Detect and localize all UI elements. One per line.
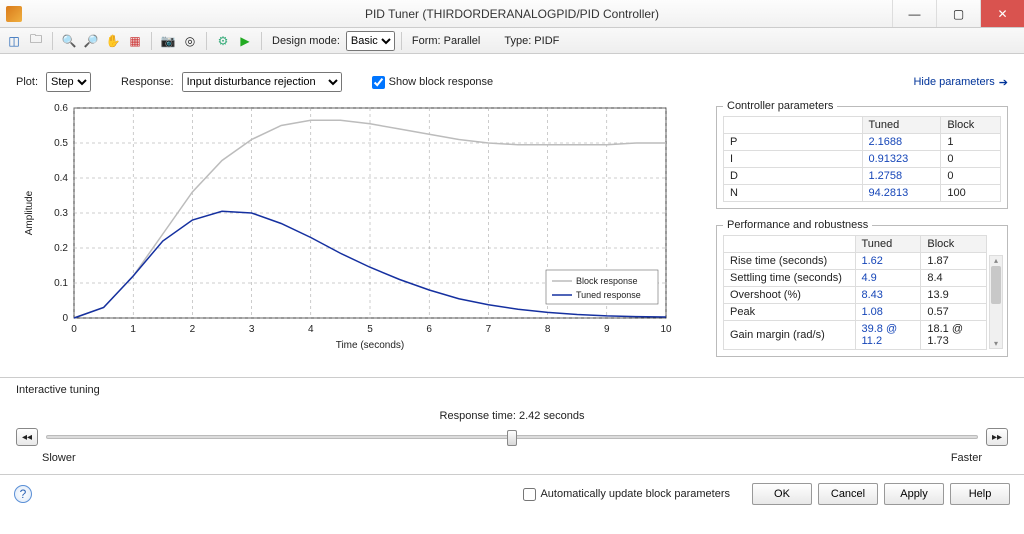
matlab-icon <box>6 6 22 22</box>
show-block-response-input[interactable] <box>372 76 385 89</box>
ok-button[interactable]: OK <box>752 483 812 505</box>
svg-text:0.4: 0.4 <box>54 173 68 184</box>
run-icon[interactable]: ▶ <box>235 31 255 51</box>
performance-scrollbar[interactable]: ▴ ▾ <box>989 255 1003 349</box>
response-select[interactable]: Input disturbance rejection <box>182 72 342 92</box>
scrollbar-thumb[interactable] <box>991 266 1001 304</box>
svg-text:7: 7 <box>486 324 492 335</box>
svg-text:Time (seconds): Time (seconds) <box>336 340 405 350</box>
help-icon[interactable]: ? <box>14 485 32 503</box>
help-button[interactable]: Help <box>950 483 1010 505</box>
type-label: Type: PIDF <box>504 35 559 47</box>
show-block-response-checkbox[interactable]: Show block response <box>372 76 494 89</box>
response-label: Response: <box>121 76 174 88</box>
minimize-button[interactable]: — <box>892 0 936 27</box>
slower-label: Slower <box>42 452 76 464</box>
svg-text:3: 3 <box>249 324 255 335</box>
plot-select[interactable]: Step <box>46 72 91 92</box>
apply-button[interactable]: Apply <box>884 483 944 505</box>
camera-icon[interactable]: 📷 <box>158 31 178 51</box>
target-icon[interactable]: ◎ <box>180 31 200 51</box>
svg-text:Amplitude: Amplitude <box>24 190 35 235</box>
slider-step-left-button[interactable]: ◂◂ <box>16 428 38 446</box>
folder-icon[interactable]: 🗀 <box>26 31 46 51</box>
close-button[interactable]: ✕ <box>980 0 1024 27</box>
slider-step-right-button[interactable]: ▸▸ <box>986 428 1008 446</box>
svg-text:0: 0 <box>62 313 68 324</box>
zoom-out-icon[interactable]: 🔎 <box>81 31 101 51</box>
faster-label: Faster <box>951 452 982 464</box>
form-label: Form: Parallel <box>412 35 480 47</box>
design-mode-label: Design mode: <box>272 35 340 47</box>
svg-text:0.3: 0.3 <box>54 208 68 219</box>
svg-text:4: 4 <box>308 324 314 335</box>
svg-text:8: 8 <box>545 324 551 335</box>
response-plot: 0 1 2 3 4 5 6 7 8 9 10 0 0.1 0.2 0.3 0.4 0.5 0.6 Time (sec… <box>16 100 676 350</box>
arrow-right-icon: ➔ <box>999 76 1008 89</box>
response-time-slider[interactable] <box>46 435 978 439</box>
svg-text:0.6: 0.6 <box>54 103 68 114</box>
svg-text:5: 5 <box>367 324 373 335</box>
response-time-label: Response time: 2.42 seconds <box>16 410 1008 422</box>
save-icon[interactable]: ◫ <box>4 31 24 51</box>
svg-text:0.5: 0.5 <box>54 138 68 149</box>
performance-panel: Performance and robustness TunedBlockRis… <box>716 219 1008 357</box>
hide-parameters-link[interactable]: Hide parameters ➔ <box>913 76 1008 89</box>
controller-parameters-panel: Controller parameters TunedBlockP2.16881… <box>716 100 1008 209</box>
auto-update-checkbox[interactable]: Automatically update block parameters <box>523 488 730 501</box>
svg-text:2: 2 <box>190 324 196 335</box>
slider-thumb[interactable] <box>507 430 517 446</box>
zoom-in-icon[interactable]: 🔍 <box>59 31 79 51</box>
svg-text:Block response: Block response <box>576 276 638 286</box>
pan-icon[interactable]: ✋ <box>103 31 123 51</box>
svg-text:9: 9 <box>604 324 610 335</box>
window-title: PID Tuner (THIRDORDERANALOGPID/PID Contr… <box>0 7 1024 21</box>
grid-icon[interactable]: ▦ <box>125 31 145 51</box>
svg-text:0.1: 0.1 <box>54 278 68 289</box>
controller-parameters-table: TunedBlockP2.16881I0.913230D1.27580N94.2… <box>723 116 1001 202</box>
svg-text:0.2: 0.2 <box>54 243 68 254</box>
performance-table: TunedBlockRise time (seconds)1.621.87Set… <box>723 235 987 350</box>
plot-label: Plot: <box>16 76 38 88</box>
design-mode-select[interactable]: Basic <box>346 31 395 51</box>
auto-update-input[interactable] <box>523 488 536 501</box>
svg-text:0: 0 <box>71 324 77 335</box>
maximize-button[interactable]: ▢ <box>936 0 980 27</box>
svg-text:Tuned response: Tuned response <box>576 290 641 300</box>
svg-text:10: 10 <box>660 324 672 335</box>
svg-text:1: 1 <box>130 324 136 335</box>
gear-icon[interactable]: ⚙ <box>213 31 233 51</box>
svg-text:6: 6 <box>426 324 432 335</box>
cancel-button[interactable]: Cancel <box>818 483 878 505</box>
interactive-tuning-label: Interactive tuning <box>16 384 1008 396</box>
